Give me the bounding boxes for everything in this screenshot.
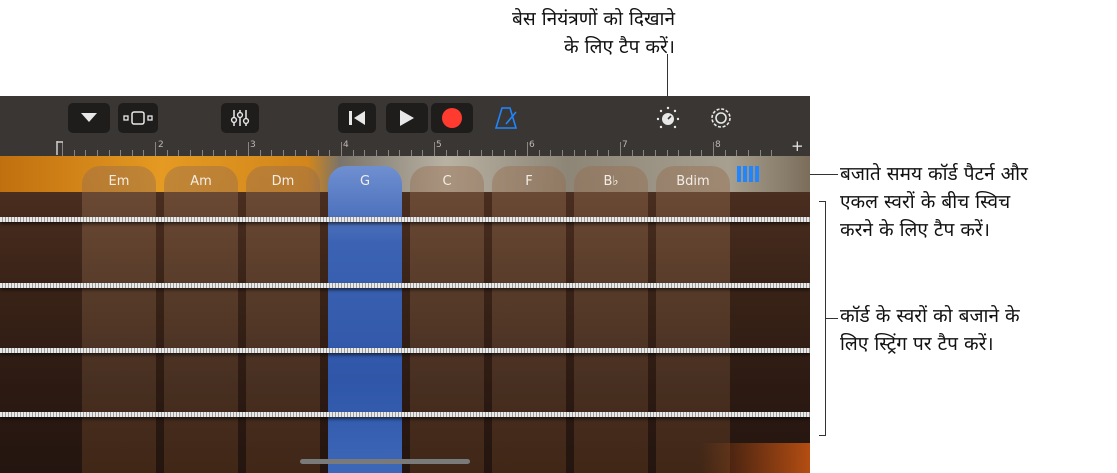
record-button[interactable]: [431, 103, 473, 133]
ruler-tick: [341, 142, 342, 156]
settings-gear-icon: [711, 108, 731, 128]
ruler-tick: [620, 142, 621, 156]
chord-label: Em: [108, 174, 130, 189]
bass-controls-button[interactable]: [655, 106, 681, 134]
bass-controls-knob-icon: [656, 106, 680, 129]
chord-pattern-toggle-button[interactable]: [737, 166, 763, 182]
chord-label: B♭: [603, 174, 619, 189]
home-indicator[interactable]: [300, 459, 470, 464]
ruler-bar-number: 4: [343, 140, 349, 150]
callout-strings: कॉर्ड के स्वरों को बजाने के लिए स्ट्रिंग…: [840, 302, 1110, 358]
ruler-tick: [248, 142, 249, 156]
callout-leader-line: [825, 318, 838, 319]
callout-text: कॉर्ड के स्वरों को बजाने के: [840, 305, 1020, 327]
record-icon: [442, 108, 462, 128]
add-section-button[interactable]: +: [791, 137, 804, 155]
ruler-bar-number: 5: [436, 140, 442, 150]
chord-label: G: [359, 174, 371, 189]
playhead-start-marker[interactable]: [55, 141, 65, 155]
bass-string[interactable]: [0, 283, 810, 288]
chord-strip[interactable]: Am: [164, 166, 238, 473]
callout-text: एकल स्वरों के बीच स्विच: [840, 191, 1011, 213]
ruler-bar-number: 7: [622, 140, 628, 150]
ruler-tick: [155, 142, 156, 156]
tracks-dropdown-button[interactable]: [68, 103, 110, 133]
garageband-bass-screen: 2 3 4 5 6 7 8 + Em Am Dm G C F B♭ Bdim: [0, 96, 810, 473]
rewind-button[interactable]: [338, 103, 376, 133]
callout-text: के लिए टैप करें।: [564, 36, 675, 58]
chord-label: Bdim: [676, 174, 710, 189]
callout-text: बजाते समय कॉर्ड पैटर्न और: [840, 163, 1028, 185]
bass-string[interactable]: [0, 348, 810, 353]
chord-strip[interactable]: B♭: [574, 166, 648, 473]
metronome-button[interactable]: [494, 106, 520, 134]
bass-string[interactable]: [0, 412, 810, 417]
callout-chord-pattern: बजाते समय कॉर्ड पैटर्न और एकल स्वरों के …: [840, 160, 1110, 244]
timeline-ruler[interactable]: 2 3 4 5 6 7 8 +: [0, 137, 810, 156]
callout-text: लिए स्ट्रिंग पर टैप करें।: [840, 333, 994, 355]
mixer-icon: [230, 110, 250, 126]
browser-button[interactable]: [118, 103, 158, 133]
control-bar: [0, 96, 810, 140]
ruler-tick: [527, 142, 528, 156]
chord-label: Am: [190, 174, 212, 189]
chord-strip[interactable]: G: [328, 166, 402, 473]
bass-string[interactable]: [0, 217, 810, 222]
callout-text: बेस नियंत्रणों को दिखाने: [512, 8, 675, 30]
tracks-dropdown-icon: [81, 113, 97, 122]
chord-label: C: [442, 174, 452, 189]
ruler-bar-number: 8: [715, 140, 721, 150]
callout-bracket: [819, 201, 826, 202]
play-icon: [400, 110, 414, 126]
callout-bracket: [819, 435, 826, 436]
chord-strip[interactable]: C: [410, 166, 484, 473]
metronome-icon: [494, 107, 518, 129]
ruler-bar-number: 3: [250, 140, 256, 150]
rewind-icon: [349, 111, 365, 125]
ruler-bar-number: 2: [158, 140, 164, 150]
ruler-tick: [434, 142, 435, 156]
browser-icon: [123, 111, 153, 125]
chord-strip[interactable]: Em: [82, 166, 156, 473]
callout-text: करने के लिए टैप करें।: [840, 219, 990, 241]
settings-button[interactable]: [708, 105, 734, 135]
mixer-button[interactable]: [221, 103, 259, 133]
ruler-bar-number: 6: [529, 140, 535, 150]
chord-label: Dm: [271, 174, 295, 189]
chord-strip[interactable]: F: [492, 166, 566, 473]
chord-label: F: [525, 174, 533, 189]
play-button[interactable]: [386, 103, 428, 133]
chord-pattern-toggle-icon: [737, 166, 741, 182]
ruler-tick: [713, 142, 714, 156]
callout-bass-controls: बेस नियंत्रणों को दिखाने के लिए टैप करें…: [420, 5, 675, 61]
chord-strip[interactable]: Dm: [246, 166, 320, 473]
chord-strip[interactable]: Bdim: [656, 166, 730, 473]
